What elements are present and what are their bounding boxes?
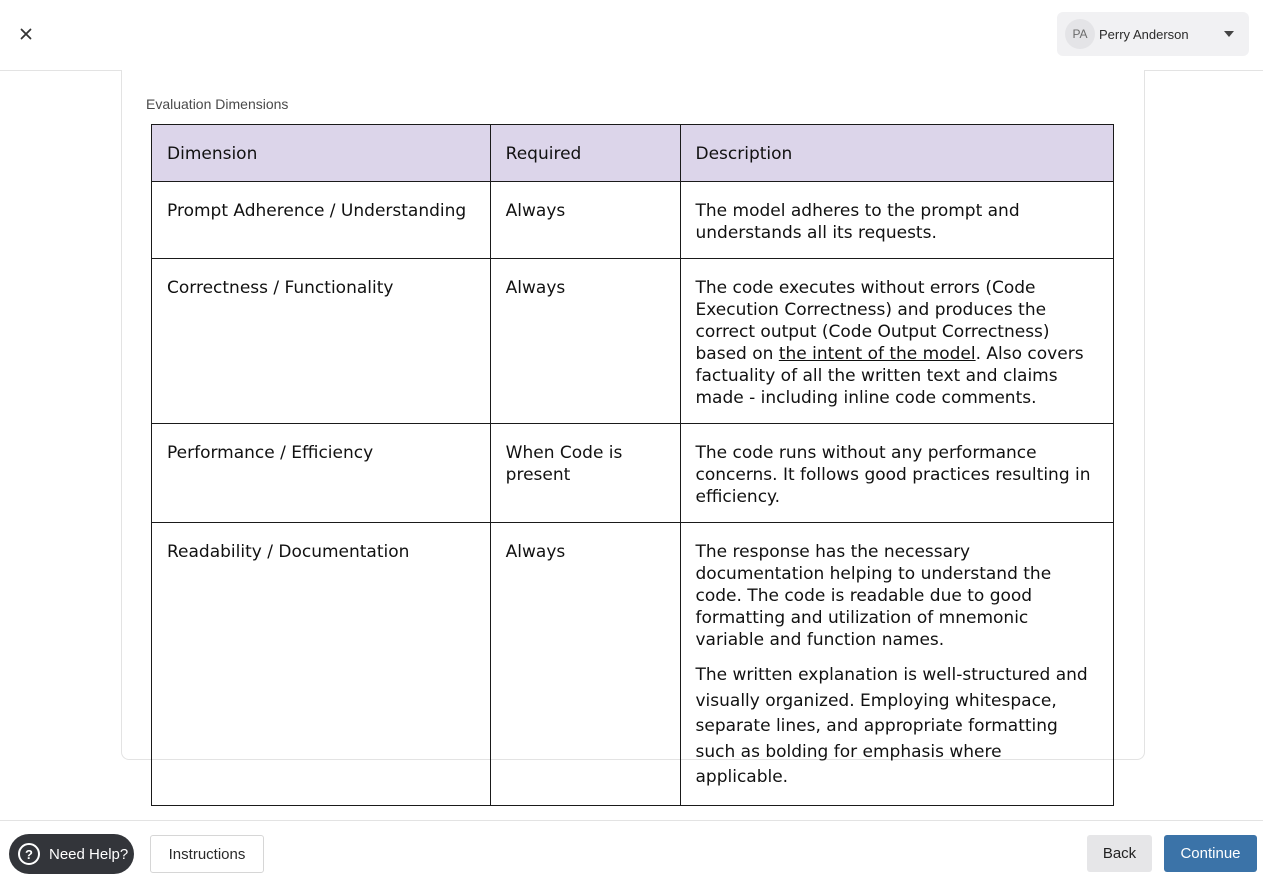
required-cell: Always bbox=[489, 258, 681, 424]
instructions-button[interactable]: Instructions bbox=[150, 835, 264, 873]
required-cell: Always bbox=[489, 181, 681, 259]
description-cell: The response has the necessary documenta… bbox=[679, 522, 1114, 806]
top-bar: PA Perry Anderson bbox=[0, 0, 1263, 71]
intent-of-model-link[interactable]: the intent of the model bbox=[779, 344, 976, 364]
need-help-label: Need Help? bbox=[49, 845, 129, 863]
dimension-cell: Readability / Documentation bbox=[151, 522, 491, 806]
table-row: Prompt Adherence / Understanding Always … bbox=[151, 181, 1114, 259]
question-circle-icon: ? bbox=[18, 843, 40, 865]
table-header-row: Dimension Required Description bbox=[151, 124, 1114, 182]
evaluation-dimensions-table: Dimension Required Description Prompt Ad… bbox=[151, 124, 1114, 806]
section-label: Evaluation Dimensions bbox=[146, 96, 289, 112]
table-row: Performance / Efficiency When Code is pr… bbox=[151, 423, 1114, 523]
need-help-button[interactable]: ? Need Help? bbox=[9, 834, 134, 874]
close-icon bbox=[20, 28, 32, 40]
dimension-cell: Prompt Adherence / Understanding bbox=[151, 181, 491, 259]
bottom-bar: ? Need Help? Instructions Back Continue bbox=[0, 820, 1263, 880]
dimension-cell: Performance / Efficiency bbox=[151, 423, 491, 523]
user-menu[interactable]: PA Perry Anderson bbox=[1057, 12, 1249, 56]
table-row: Readability / Documentation Always The r… bbox=[151, 522, 1114, 806]
column-header-description: Description bbox=[679, 124, 1114, 182]
description-cell: The model adheres to the prompt and unde… bbox=[679, 181, 1114, 259]
required-cell: When Code is present bbox=[489, 423, 681, 523]
back-button[interactable]: Back bbox=[1087, 835, 1152, 872]
close-button[interactable] bbox=[14, 22, 38, 46]
dimension-cell: Correctness / Functionality bbox=[151, 258, 491, 424]
required-cell: Always bbox=[489, 522, 681, 806]
user-name: Perry Anderson bbox=[1099, 26, 1189, 42]
description-extra-text: The written explanation is well-structur… bbox=[695, 665, 1088, 787]
continue-button[interactable]: Continue bbox=[1164, 835, 1257, 872]
column-header-required: Required bbox=[489, 124, 681, 182]
description-text: The response has the necessary documenta… bbox=[695, 542, 1052, 650]
table-row: Correctness / Functionality Always The c… bbox=[151, 258, 1114, 424]
description-cell: The code executes without errors (Code E… bbox=[679, 258, 1114, 424]
description-cell: The code runs without any performance co… bbox=[679, 423, 1114, 523]
column-header-dimension: Dimension bbox=[151, 124, 491, 182]
caret-down-icon bbox=[1224, 31, 1234, 37]
avatar: PA bbox=[1065, 19, 1095, 49]
